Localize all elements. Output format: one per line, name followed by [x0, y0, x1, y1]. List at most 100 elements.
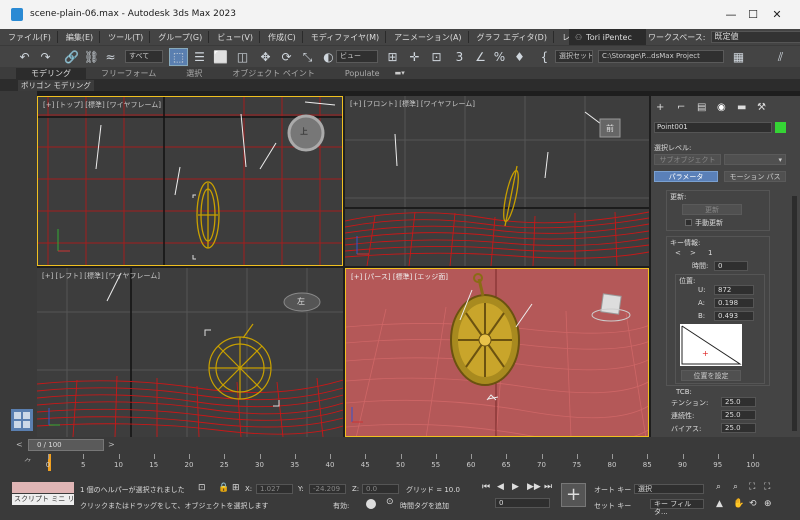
motion-tab-icon[interactable]: ◉	[717, 102, 726, 113]
menu-tools[interactable]: ツール(T)	[100, 32, 149, 43]
prev-frame-icon[interactable]: ◀	[497, 482, 504, 492]
rotate-icon[interactable]: ⟳	[277, 48, 296, 66]
project-folder-icon[interactable]: ▦	[729, 48, 748, 66]
display-tab-icon[interactable]: ▬	[737, 102, 746, 113]
menu-graph-editors[interactable]: グラフ エディタ(D)	[469, 32, 553, 43]
viewport-top[interactable]: [+] [トップ] [標準] [ワイヤフレーム] 上	[37, 96, 343, 266]
time-spinner[interactable]: 0	[714, 261, 748, 271]
a-spinner[interactable]: 0.198	[714, 298, 754, 308]
named-selection-set-dropdown[interactable]: 選択セット	[555, 50, 593, 63]
maxscript-listener[interactable]	[12, 482, 74, 493]
viewcube-front[interactable]: 前	[606, 123, 614, 134]
select-object-icon[interactable]: ⬚	[169, 48, 188, 66]
spinner-snap-icon[interactable]: ♦	[510, 48, 529, 66]
time-slider-prev[interactable]: <	[16, 440, 23, 449]
set-key-button[interactable]: セット キー	[594, 501, 631, 511]
set-key-big-button[interactable]: +	[561, 483, 586, 507]
viewport-perspective[interactable]: [+] [パース] [標準] [エッジ面]	[345, 268, 649, 437]
u-spinner[interactable]: 872	[714, 285, 754, 295]
sub-object-dropdown[interactable]: ▾	[724, 154, 786, 165]
viewport-left-label[interactable]: [+] [レフト] [標準] [ワイヤフレーム]	[42, 271, 160, 281]
keyboard-shortcut-toggle-icon[interactable]: ⊡	[427, 48, 446, 66]
close-button[interactable]: ✕	[754, 0, 800, 29]
mini-curve-editor-icon[interactable]: ⺈	[24, 457, 32, 468]
workspace-dropdown[interactable]: 既定値	[710, 31, 800, 43]
redo-icon[interactable]: ↷	[36, 48, 55, 66]
add-time-tag-icon[interactable]: ⊙	[386, 497, 394, 507]
viewport-top-label[interactable]: [+] [トップ] [標準] [ワイヤフレーム]	[43, 100, 161, 110]
zoom-all-icon[interactable]: ⌕	[733, 482, 738, 492]
utilities-tab-icon[interactable]: ⚒	[757, 102, 766, 113]
field-of-view-icon[interactable]: ▲	[716, 499, 723, 509]
viewcube-top[interactable]: 上	[300, 126, 308, 137]
snaps-toggle-icon[interactable]: 3	[450, 48, 469, 66]
hierarchy-tab-icon[interactable]: ▤	[697, 102, 706, 113]
menu-view[interactable]: ビュー(V)	[209, 32, 259, 43]
isolate-selection-icon[interactable]: ⊡	[198, 483, 206, 493]
position-graph[interactable]: +	[680, 324, 742, 366]
move-icon[interactable]: ✥	[256, 48, 275, 66]
object-color-swatch[interactable]	[775, 122, 786, 133]
tab-selection[interactable]: 選択	[171, 68, 217, 79]
motion-paths-button[interactable]: モーション パス	[724, 171, 786, 182]
reference-coordinate-dropdown[interactable]: ビュー	[336, 50, 378, 63]
tab-object-paint[interactable]: オブジェクト ペイント	[217, 68, 330, 79]
selection-lock-icon[interactable]: 🔒	[218, 483, 229, 493]
scale-icon[interactable]: ⤡	[298, 48, 317, 66]
menu-group[interactable]: グループ(G)	[150, 32, 208, 43]
unlink-icon[interactable]: ⛓	[82, 48, 101, 66]
ribbon-options-icon[interactable]: ▬▾	[395, 69, 405, 77]
z-coord-field[interactable]: 0.0	[362, 484, 399, 494]
manual-update-checkbox[interactable]: 手動更新	[685, 218, 723, 228]
maximize-viewport-icon[interactable]: ⊕	[764, 499, 772, 509]
link-icon[interactable]: 🔗	[62, 48, 81, 66]
window-crossing-icon[interactable]: ◫	[233, 48, 252, 66]
toolbar-overflow-icon[interactable]: ⫽	[771, 48, 790, 66]
update-button[interactable]: 更新	[682, 204, 742, 215]
object-name-field[interactable]: Point001	[654, 122, 772, 133]
bind-space-warp-icon[interactable]: ≈	[101, 48, 120, 66]
next-key-button[interactable]: >	[690, 249, 696, 257]
rectangular-selection-icon[interactable]: ⬜	[211, 48, 230, 66]
viewcube-left[interactable]: 左	[297, 296, 305, 307]
add-time-tag-label[interactable]: 時間タグを追加	[400, 501, 449, 511]
current-frame-field[interactable]: 0	[495, 498, 550, 508]
zoom-extents-icon[interactable]: ⛶	[749, 482, 755, 492]
viewport-front[interactable]: [+] [フロント] [標準] [ワイヤフレーム] 前	[345, 96, 649, 266]
viewport-left[interactable]: [+] [レフト] [標準] [ワイヤフレーム] 左	[37, 268, 343, 437]
time-slider-thumb[interactable]: 0 / 100	[28, 439, 104, 451]
next-frame-icon[interactable]: ▶▶	[527, 482, 541, 492]
goto-end-icon[interactable]: ⏭	[544, 482, 552, 492]
y-coord-field[interactable]: -24.209	[309, 484, 346, 494]
menu-create[interactable]: 作成(C)	[260, 32, 302, 43]
menu-animation[interactable]: アニメーション(A)	[386, 32, 467, 43]
goto-start-icon[interactable]: ⏮	[482, 482, 490, 492]
undo-icon[interactable]: ↶	[15, 48, 34, 66]
maxscript-mini-listener[interactable]: スクリプト ミニ リス	[12, 494, 74, 505]
x-coord-field[interactable]: 1.027	[256, 484, 293, 494]
time-slider-next[interactable]: >	[108, 440, 115, 449]
polygon-modeling-panel[interactable]: ポリゴン モデリング	[18, 80, 94, 91]
auto-key-button[interactable]: オート キー	[594, 485, 631, 495]
key-filters-button[interactable]: キー フィルタ...	[650, 499, 704, 516]
track-bar[interactable]: ⺈ 0 5 10 15 20 25 30 35 40 45 50 55 60 65 70 75 80 85 90 95…	[0, 453, 800, 473]
pan-view-icon[interactable]: ✋	[733, 499, 744, 509]
tab-freeform[interactable]: フリーフォーム	[86, 68, 171, 79]
viewport-front-label[interactable]: [+] [フロント] [標準] [ワイヤフレーム]	[350, 99, 475, 109]
menu-modifiers[interactable]: モディファイヤ(M)	[303, 32, 385, 43]
orbit-icon[interactable]: ⟲	[749, 499, 757, 509]
prev-key-button[interactable]: <	[675, 249, 681, 257]
parameters-button[interactable]: パラメータ	[654, 171, 718, 182]
create-tab-icon[interactable]: +	[656, 102, 664, 113]
continuity-spinner[interactable]: 25.0	[721, 410, 756, 420]
project-path-dropdown[interactable]: C:\Storage\P...dsMax Project	[598, 50, 724, 63]
tension-spinner[interactable]: 25.0	[721, 397, 756, 407]
select-by-name-icon[interactable]: ☰	[190, 48, 209, 66]
adaptive-degradation-toggle[interactable]	[366, 499, 376, 509]
set-position-button[interactable]: 位置を設定	[681, 370, 741, 381]
pivot-center-icon[interactable]: ⊞	[383, 48, 402, 66]
key-mode-dropdown[interactable]: 選択	[634, 484, 704, 494]
absolute-mode-icon[interactable]: ⊞	[232, 483, 240, 493]
b-spinner[interactable]: 0.493	[714, 311, 754, 321]
tab-modeling[interactable]: モデリング	[16, 67, 86, 79]
